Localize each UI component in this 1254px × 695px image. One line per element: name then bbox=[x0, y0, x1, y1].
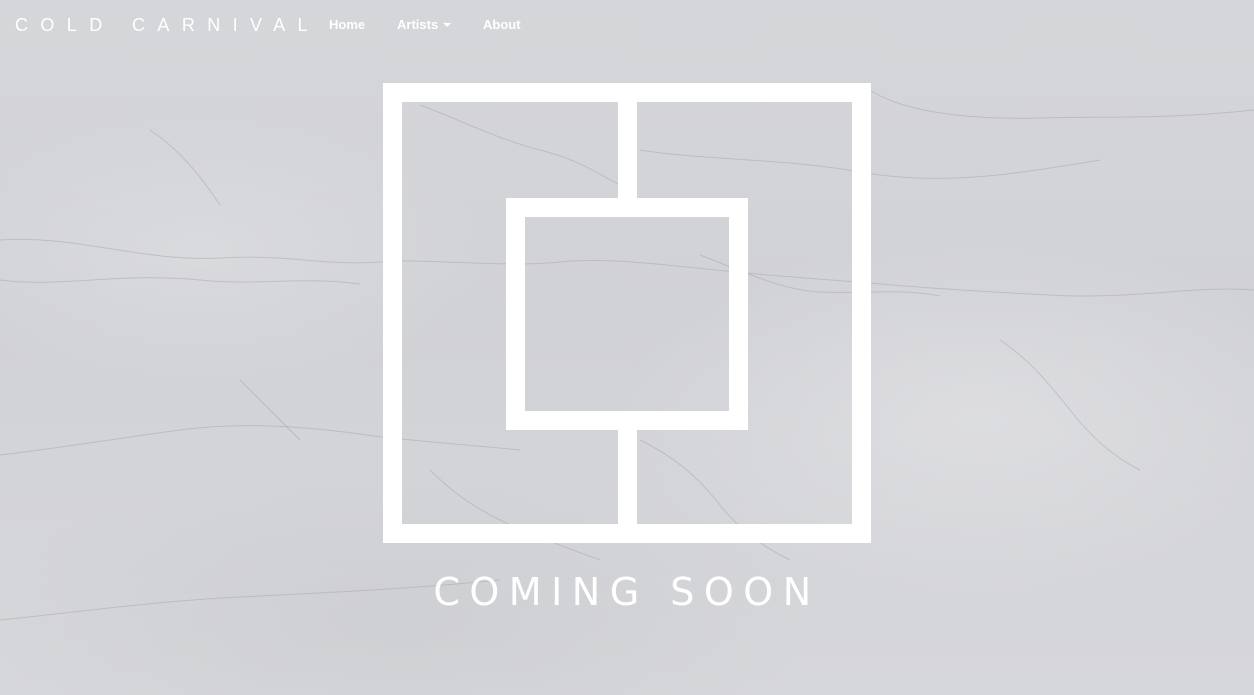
logo-bottom-bar bbox=[618, 429, 637, 525]
caret-down-icon bbox=[443, 23, 452, 27]
brand-logo-text[interactable]: COLD CARNIVAL bbox=[15, 15, 320, 35]
nav-about-link[interactable]: About bbox=[483, 17, 521, 33]
nav-artists-label: Artists bbox=[397, 17, 439, 32]
navbar: COLD CARNIVAL Home Artists About bbox=[0, 0, 1254, 50]
logo-top-bar bbox=[618, 102, 637, 198]
nav-home-link[interactable]: Home bbox=[329, 17, 365, 33]
coming-soon-heading: COMING SOON bbox=[433, 570, 821, 614]
nested-squares-logo bbox=[383, 83, 871, 543]
nav-artists-dropdown[interactable]: Artists bbox=[397, 17, 452, 33]
logo-inner-square bbox=[506, 198, 748, 430]
